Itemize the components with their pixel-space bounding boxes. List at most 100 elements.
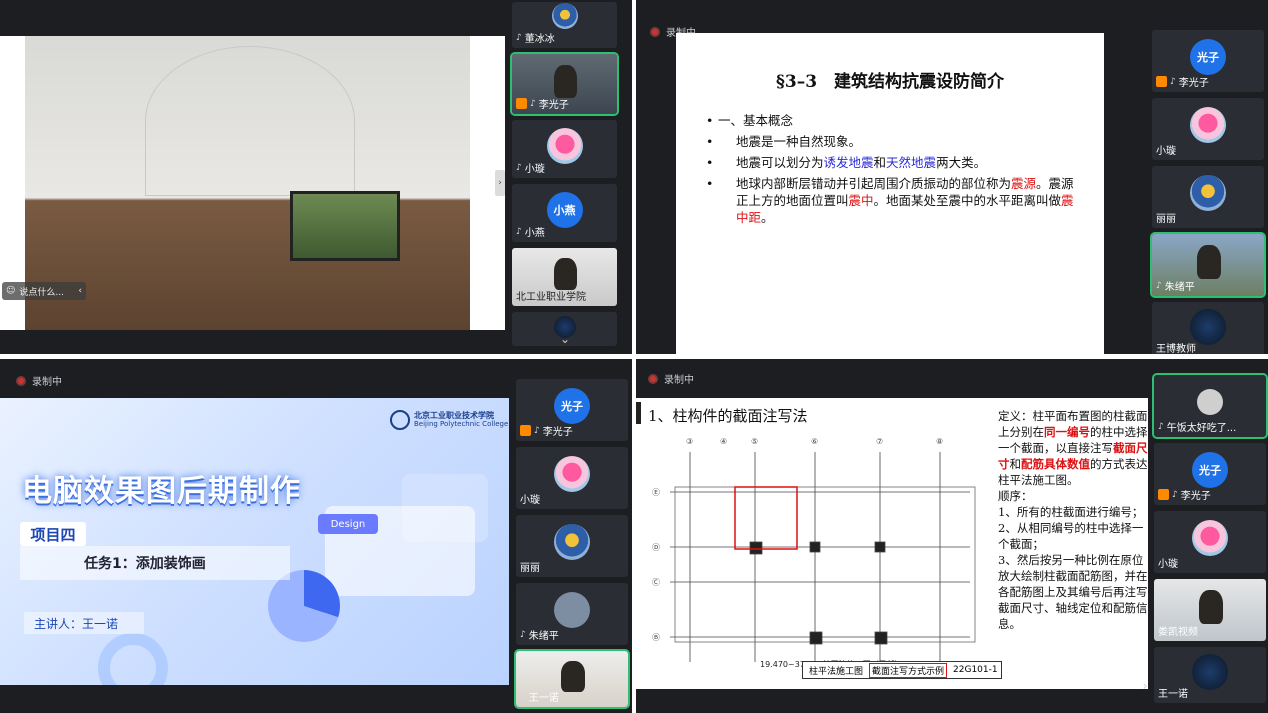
mic-icon: ♪ [1158, 421, 1164, 432]
college-name-en: Beijing Polytechnic College [414, 420, 509, 428]
bullet: 地震是一种自然现象。 [706, 133, 1074, 150]
slide-title: 1、柱构件的截面注写法 [648, 407, 808, 425]
meeting-panel-top-left: ☺ 说点什么... ‹ › ♪ 董冰冰 ♪ 李光子 ♪ 小璇 小燕 ♪ 小燕 北工业职业… [0, 0, 632, 354]
host-icon [1158, 489, 1169, 500]
avatar: 光子 [554, 388, 590, 425]
avatar: 小燕 [546, 191, 583, 228]
pie-decor [268, 570, 340, 642]
participant-name: 娄凯视频 [1158, 627, 1198, 638]
host-icon [520, 425, 531, 436]
slide-title: §3–3 建筑结构抗震设防简介 [775, 72, 1005, 92]
participant-tile[interactable]: 光子 ♪ 李光子 [1154, 443, 1266, 505]
participant-tile[interactable]: ♪ 李光子 [510, 52, 619, 116]
collapse-sidebar-button[interactable]: › [495, 170, 505, 196]
participant-tile[interactable]: 娄凯视频 [1154, 579, 1266, 641]
participant-tile[interactable]: ♪ 王一诺 [514, 649, 630, 709]
participant-tile[interactable]: 北工业职业学院 [512, 248, 617, 306]
college-logo: 北京工业职业技术学院 Beijing Polytechnic College [390, 410, 508, 430]
participant-tile[interactable]: 小燕 ♪ 小燕 [512, 184, 617, 242]
recording-label: 录制中 [32, 377, 62, 388]
participant-name: 北工业职业学院 [516, 292, 586, 303]
participant-tiles: 光子 ♪ 李光子 小璇 丽丽 ♪ 朱绪平 ♪ 王一诺 [514, 379, 630, 709]
avatar [1192, 653, 1228, 690]
mic-icon: ♪ [534, 425, 540, 436]
participant-tile[interactable]: 丽丽 [1152, 166, 1264, 228]
participant-tiles: 光子 ♪ 李光子 小璇 丽丽 ♪ 朱绪平 王博教师 [1150, 30, 1266, 354]
mic-icon: ♪ [530, 98, 536, 109]
mic-icon: ♪ [520, 691, 526, 702]
meeting-panel-top-right: 录制中 §3–3 建筑结构抗震设防简介 一、基本概念 地震是一种自然现象。 地震… [636, 0, 1268, 354]
column-plan-drawing: ③④⑤ ⑥⑦⑧ ⒺⒹⒸⒷ 19.470~37.470柱平法施工图（局部） [652, 437, 976, 669]
participant-tile[interactable]: ♪ 小璇 [512, 120, 617, 178]
participant-tile[interactable]: 小璇 [1154, 511, 1266, 573]
participant-name: 王一诺 [1158, 689, 1188, 700]
chevron-right-icon[interactable]: › [1132, 677, 1158, 695]
collapse-icon[interactable]: ‹ [78, 286, 82, 296]
college-name: 北京工业职业技术学院 [414, 411, 494, 420]
shared-room-photo: ☺ 说点什么... ‹ [0, 36, 505, 330]
participant-tile[interactable]: 光子 ♪ 李光子 [1152, 30, 1264, 92]
shared-slide: §3–3 建筑结构抗震设防简介 一、基本概念 地震是一种自然现象。 地震可以划分… [676, 33, 1104, 354]
avatar [546, 127, 583, 164]
participant-tile[interactable]: 光子 ♪ 李光子 [516, 379, 628, 441]
participant-name: 小璇 [1158, 559, 1178, 570]
speaker-label: 主讲人：王一诺 [24, 612, 144, 634]
participant-tile[interactable]: 小璇 [516, 447, 628, 509]
avatar [1190, 175, 1226, 212]
participant-tile[interactable]: 王博教师 [1152, 302, 1264, 354]
participant-tile[interactable]: ♪ 董冰冰 [512, 2, 617, 48]
svg-text:⑤: ⑤ [751, 437, 758, 446]
room-image [25, 36, 470, 330]
participant-name: 董冰冰 [524, 34, 555, 45]
participant-name: 王一诺 [528, 693, 559, 704]
host-icon [516, 98, 527, 109]
record-icon [648, 373, 658, 384]
shared-slide: 1、柱构件的截面注写法 ③④⑤ ⑥ ⑦ ⑧ Ⓔ Ⓓ Ⓒ Ⓑ 定义：柱平面布置图的… [636, 398, 1148, 689]
participant-name: 李光子 [542, 427, 573, 438]
avatar [1197, 389, 1223, 416]
avatar [554, 456, 590, 493]
svg-text:Ⓓ: Ⓓ [652, 543, 660, 552]
participant-tile[interactable]: ♪ 朱绪平 [516, 583, 628, 645]
participant-tile[interactable]: 王一诺 [1154, 647, 1266, 703]
participant-tile[interactable]: ♪ 午饭太好吃了... [1152, 373, 1268, 439]
slide-bullets: 一、基本概念 地震是一种自然现象。 地震可以划分为诱发地震和天然地震两大类。 地… [706, 112, 1074, 226]
comment-placeholder: 说点什么... [19, 287, 64, 298]
task-label: 任务1：添加装饰画 [20, 546, 290, 580]
svg-text:③: ③ [686, 437, 693, 446]
svg-text:Ⓒ: Ⓒ [652, 578, 660, 587]
participant-tiles: ♪ 午饭太好吃了... 光子 ♪ 李光子 小璇 娄凯视频 王一诺 [1152, 373, 1268, 703]
drawing-title-block: 柱平法施工图 截面注写方式示例 22G101-1 [802, 661, 1002, 679]
meeting-panel-bottom-right: 录制中 1、柱构件的截面注写法 ③ ④ ⑤ ⑥ ⑦ ⑧ Ⓔ Ⓓ Ⓒ Ⓑ 定义：柱… [636, 359, 1268, 713]
participant-tile[interactable]: ♪ 朱绪平 [1150, 232, 1266, 298]
participant-name: 李光子 [538, 100, 569, 111]
comment-input[interactable]: ☺ 说点什么... ‹ [2, 282, 86, 300]
participant-name: 李光子 [1180, 491, 1211, 502]
svg-text:⑥: ⑥ [811, 437, 818, 446]
record-icon [650, 26, 660, 37]
participant-name: 小璇 [1156, 146, 1176, 157]
participant-tile[interactable]: 丽丽 [516, 515, 628, 577]
mic-icon: ♪ [1156, 280, 1162, 291]
participant-name: 丽丽 [520, 563, 540, 574]
participant-name: 李光子 [1178, 78, 1209, 89]
participant-name: 小璇 [524, 164, 545, 175]
avatar: 光子 [1190, 39, 1226, 76]
participant-tile[interactable]: 小璇 [1152, 98, 1264, 160]
participant-name: 朱绪平 [528, 631, 559, 642]
mic-icon: ♪ [520, 629, 526, 640]
mic-icon: ♪ [516, 32, 522, 43]
participant-name: 午饭太好吃了... [1166, 423, 1237, 434]
recording-label: 录制中 [664, 375, 694, 386]
mic-icon: ♪ [1170, 76, 1176, 87]
participant-name: 小燕 [524, 228, 545, 239]
svg-text:Ⓑ: Ⓑ [652, 633, 660, 642]
scroll-down-icon[interactable]: ⌄ [552, 330, 578, 348]
mic-icon: ♪ [516, 162, 522, 173]
bullet: 一、基本概念 [706, 112, 1074, 129]
record-icon [16, 375, 26, 386]
bullet: 地震可以划分为诱发地震和天然地震两大类。 [706, 154, 1074, 171]
svg-text:⑦: ⑦ [876, 437, 883, 446]
design-tag: Design [318, 514, 378, 534]
participant-name: 朱绪平 [1164, 282, 1195, 293]
